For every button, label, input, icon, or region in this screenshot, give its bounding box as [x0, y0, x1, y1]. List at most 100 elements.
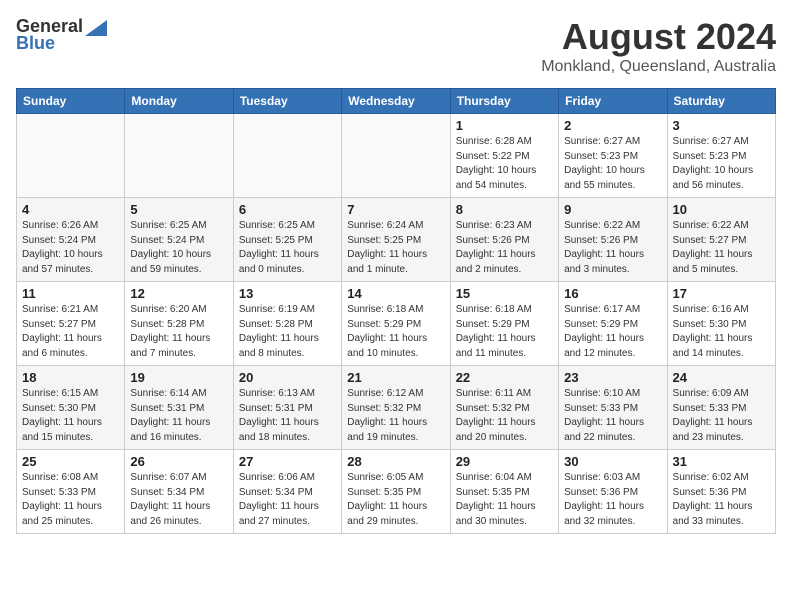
calendar-cell: 21 Sunrise: 6:12 AM Sunset: 5:32 PM Dayli…	[342, 366, 450, 450]
day-number: 6	[239, 202, 336, 217]
calendar-cell: 16 Sunrise: 6:17 AM Sunset: 5:29 PM Dayli…	[559, 282, 667, 366]
calendar-cell: 10Sunrise: 6:22 AM Sunset: 5:27 PM Dayli…	[667, 198, 775, 282]
calendar-cell: 4Sunrise: 6:26 AM Sunset: 5:24 PM Daylig…	[17, 198, 125, 282]
cell-info: Sunrise: 6:18 AM Sunset: 5:29 PM Dayligh…	[347, 303, 444, 361]
day-number: 13	[239, 286, 336, 301]
day-number: 5	[130, 202, 227, 217]
cell-info: Sunrise: 6:15 AM Sunset: 5:30 PM Dayligh…	[22, 387, 119, 445]
cell-info: Sunrise: 6:12 AM Sunset: 5:32 PM Dayligh…	[347, 387, 444, 445]
cell-info: Sunrise: 6:22 AM Sunset: 5:26 PM Dayligh…	[564, 219, 661, 277]
logo-blue: Blue	[16, 33, 55, 54]
calendar-week-5: 25Sunrise: 6:08 AM Sunset: 5:33 PM Dayli…	[17, 450, 776, 534]
calendar-cell: 11Sunrise: 6:21 AM Sunset: 5:27 PM Dayli…	[17, 282, 125, 366]
calendar-cell	[125, 114, 233, 198]
cell-info: Sunrise: 6:10 AM Sunset: 5:33 PM Dayligh…	[564, 387, 661, 445]
calendar-cell: 14 Sunrise: 6:18 AM Sunset: 5:29 PM Dayli…	[342, 282, 450, 366]
calendar-week-3: 11Sunrise: 6:21 AM Sunset: 5:27 PM Dayli…	[17, 282, 776, 366]
calendar-cell: 19 Sunrise: 6:14 AM Sunset: 5:31 PM Dayli…	[125, 366, 233, 450]
calendar-cell: 3Sunrise: 6:27 AM Sunset: 5:23 PM Daylig…	[667, 114, 775, 198]
cell-info: Sunrise: 6:04 AM Sunset: 5:35 PM Dayligh…	[456, 471, 553, 529]
cell-info: Sunrise: 6:27 AM Sunset: 5:23 PM Dayligh…	[564, 135, 661, 193]
calendar-cell: 2 Sunrise: 6:27 AM Sunset: 5:23 PM Daylig…	[559, 114, 667, 198]
day-number: 1	[456, 118, 553, 133]
day-number: 17	[673, 286, 770, 301]
calendar-cell	[342, 114, 450, 198]
calendar-cell: 1 Sunrise: 6:28 AM Sunset: 5:22 PM Daylig…	[450, 114, 558, 198]
day-number: 26	[130, 454, 227, 469]
day-number: 24	[673, 370, 770, 385]
calendar-cell: 30 Sunrise: 6:03 AM Sunset: 5:36 PM Dayli…	[559, 450, 667, 534]
day-number: 18	[22, 370, 119, 385]
calendar-cell: 15 Sunrise: 6:18 AM Sunset: 5:29 PM Dayli…	[450, 282, 558, 366]
calendar-cell: 26 Sunrise: 6:07 AM Sunset: 5:34 PM Dayli…	[125, 450, 233, 534]
calendar-cell: 13Sunrise: 6:19 AM Sunset: 5:28 PM Dayli…	[233, 282, 341, 366]
day-number: 4	[22, 202, 119, 217]
day-number: 7	[347, 202, 444, 217]
calendar-cell: 17 Sunrise: 6:16 AM Sunset: 5:30 PM Dayli…	[667, 282, 775, 366]
cell-info: Sunrise: 6:24 AM Sunset: 5:25 PM Dayligh…	[347, 219, 444, 277]
calendar-cell	[17, 114, 125, 198]
cell-info: Sunrise: 6:13 AM Sunset: 5:31 PM Dayligh…	[239, 387, 336, 445]
logo-icon	[85, 20, 107, 36]
calendar-cell: 31Sunrise: 6:02 AM Sunset: 5:36 PM Dayli…	[667, 450, 775, 534]
cell-info: Sunrise: 6:16 AM Sunset: 5:30 PM Dayligh…	[673, 303, 770, 361]
day-number: 23	[564, 370, 661, 385]
day-number: 15	[456, 286, 553, 301]
day-number: 9	[564, 202, 661, 217]
day-number: 2	[564, 118, 661, 133]
cell-info: Sunrise: 6:03 AM Sunset: 5:36 PM Dayligh…	[564, 471, 661, 529]
weekday-header-row: SundayMondayTuesdayWednesdayThursdayFrid…	[17, 89, 776, 114]
logo: General Blue	[16, 16, 107, 54]
cell-info: Sunrise: 6:18 AM Sunset: 5:29 PM Dayligh…	[456, 303, 553, 361]
day-number: 30	[564, 454, 661, 469]
calendar-cell: 29Sunrise: 6:04 AM Sunset: 5:35 PM Dayli…	[450, 450, 558, 534]
cell-info: Sunrise: 6:27 AM Sunset: 5:23 PM Dayligh…	[673, 135, 770, 193]
title-area: August 2024 Monkland, Queensland, Austra…	[541, 16, 776, 76]
cell-info: Sunrise: 6:06 AM Sunset: 5:34 PM Dayligh…	[239, 471, 336, 529]
calendar-week-1: 1 Sunrise: 6:28 AM Sunset: 5:22 PM Daylig…	[17, 114, 776, 198]
weekday-header-tuesday: Tuesday	[233, 89, 341, 114]
calendar-cell: 20 Sunrise: 6:13 AM Sunset: 5:31 PM Dayli…	[233, 366, 341, 450]
day-number: 14	[347, 286, 444, 301]
calendar-cell: 27 Sunrise: 6:06 AM Sunset: 5:34 PM Dayli…	[233, 450, 341, 534]
cell-info: Sunrise: 6:17 AM Sunset: 5:29 PM Dayligh…	[564, 303, 661, 361]
cell-info: Sunrise: 6:22 AM Sunset: 5:27 PM Dayligh…	[673, 219, 770, 277]
cell-info: Sunrise: 6:14 AM Sunset: 5:31 PM Dayligh…	[130, 387, 227, 445]
cell-info: Sunrise: 6:25 AM Sunset: 5:25 PM Dayligh…	[239, 219, 336, 277]
calendar-cell: 25Sunrise: 6:08 AM Sunset: 5:33 PM Dayli…	[17, 450, 125, 534]
calendar-cell: 28 Sunrise: 6:05 AM Sunset: 5:35 PM Dayli…	[342, 450, 450, 534]
cell-info: Sunrise: 6:25 AM Sunset: 5:24 PM Dayligh…	[130, 219, 227, 277]
day-number: 16	[564, 286, 661, 301]
cell-info: Sunrise: 6:28 AM Sunset: 5:22 PM Dayligh…	[456, 135, 553, 193]
cell-info: Sunrise: 6:07 AM Sunset: 5:34 PM Dayligh…	[130, 471, 227, 529]
calendar-cell: 7 Sunrise: 6:24 AM Sunset: 5:25 PM Daylig…	[342, 198, 450, 282]
weekday-header-friday: Friday	[559, 89, 667, 114]
calendar-cell: 24Sunrise: 6:09 AM Sunset: 5:33 PM Dayli…	[667, 366, 775, 450]
day-number: 12	[130, 286, 227, 301]
weekday-header-saturday: Saturday	[667, 89, 775, 114]
weekday-header-wednesday: Wednesday	[342, 89, 450, 114]
calendar-cell: 23 Sunrise: 6:10 AM Sunset: 5:33 PM Dayli…	[559, 366, 667, 450]
calendar-week-2: 4Sunrise: 6:26 AM Sunset: 5:24 PM Daylig…	[17, 198, 776, 282]
day-number: 19	[130, 370, 227, 385]
weekday-header-monday: Monday	[125, 89, 233, 114]
calendar-cell: 8Sunrise: 6:23 AM Sunset: 5:26 PM Daylig…	[450, 198, 558, 282]
calendar-cell: 6 Sunrise: 6:25 AM Sunset: 5:25 PM Daylig…	[233, 198, 341, 282]
day-number: 27	[239, 454, 336, 469]
cell-info: Sunrise: 6:05 AM Sunset: 5:35 PM Dayligh…	[347, 471, 444, 529]
month-title: August 2024	[541, 16, 776, 58]
calendar-cell	[233, 114, 341, 198]
calendar-cell: 5 Sunrise: 6:25 AM Sunset: 5:24 PM Daylig…	[125, 198, 233, 282]
cell-info: Sunrise: 6:20 AM Sunset: 5:28 PM Dayligh…	[130, 303, 227, 361]
weekday-header-sunday: Sunday	[17, 89, 125, 114]
cell-info: Sunrise: 6:02 AM Sunset: 5:36 PM Dayligh…	[673, 471, 770, 529]
day-number: 28	[347, 454, 444, 469]
day-number: 21	[347, 370, 444, 385]
location-title: Monkland, Queensland, Australia	[541, 58, 776, 76]
day-number: 25	[22, 454, 119, 469]
day-number: 11	[22, 286, 119, 301]
calendar-cell: 18 Sunrise: 6:15 AM Sunset: 5:30 PM Dayli…	[17, 366, 125, 450]
calendar-week-4: 18 Sunrise: 6:15 AM Sunset: 5:30 PM Dayli…	[17, 366, 776, 450]
day-number: 22	[456, 370, 553, 385]
day-number: 20	[239, 370, 336, 385]
